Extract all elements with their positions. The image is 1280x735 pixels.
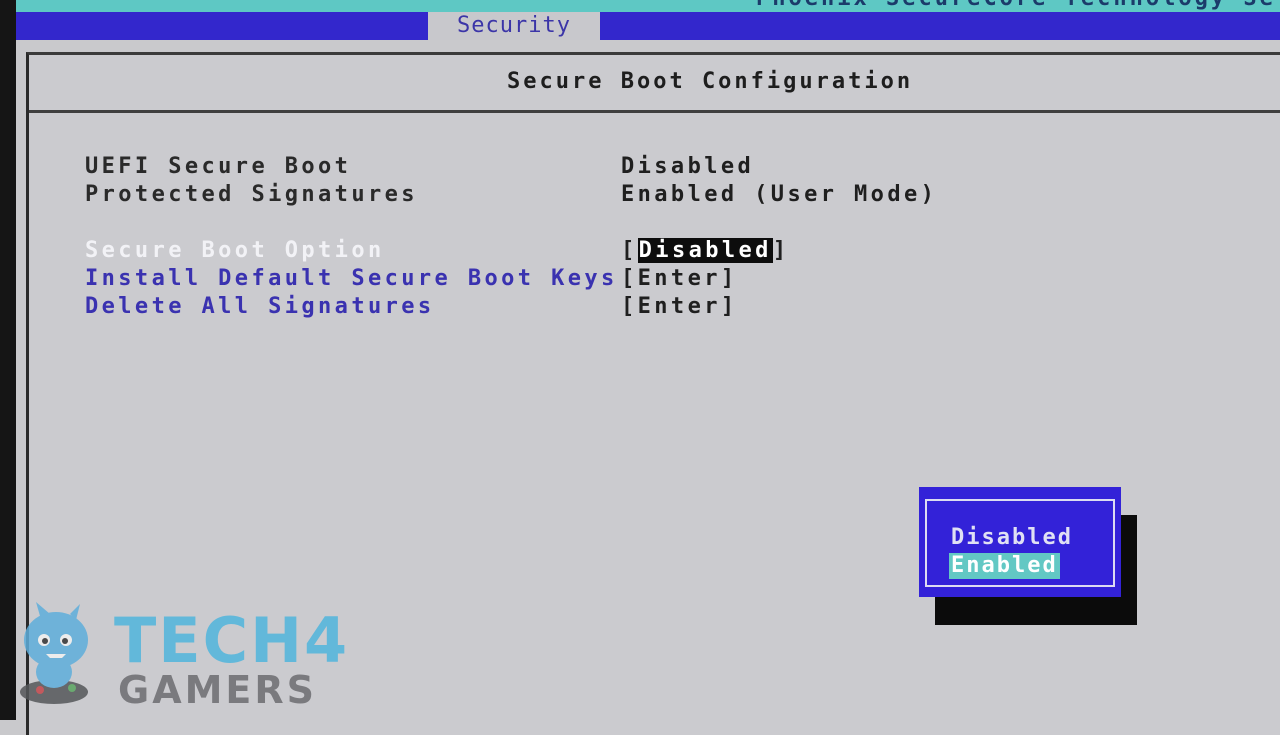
enter-button[interactable]: [Enter]: [621, 266, 738, 291]
tab-security[interactable]: Security: [428, 12, 600, 40]
option-label: Delete All Signatures: [85, 294, 435, 319]
watermark-text-gamers: GAMERS: [118, 668, 318, 712]
info-value: Enabled (User Mode): [621, 182, 938, 207]
info-row-protected-signatures: Protected Signatures Enabled (User Mode): [85, 182, 934, 207]
title-bar: Phoenix SecureCore Technology Setup: [16, 0, 1280, 12]
page-title: Secure Boot Configuration: [507, 69, 914, 94]
option-value-secure-boot[interactable]: [Disabled]: [621, 238, 789, 263]
selected-value: Disabled: [637, 238, 773, 263]
option-install-default-keys[interactable]: Install Default Secure Boot Keys [Enter]: [85, 266, 734, 291]
watermark-text-tech: TECH4: [114, 604, 350, 677]
bracket-close: ]: [772, 238, 790, 263]
bracket-open: [: [621, 238, 638, 263]
option-secure-boot-option[interactable]: Secure Boot Option [Disabled]: [85, 238, 786, 263]
option-label: Secure Boot Option: [85, 238, 385, 263]
option-label: Install Default Secure Boot Keys: [85, 266, 618, 291]
app-title: Phoenix SecureCore Technology Setup: [756, 0, 1280, 11]
enter-button[interactable]: [Enter]: [621, 294, 738, 319]
info-label: Protected Signatures: [85, 182, 418, 207]
popup-frame: Disabled Enabled: [925, 499, 1115, 587]
watermark-logo: TECH4 GAMERS: [10, 600, 350, 715]
info-value: Disabled: [621, 154, 755, 179]
menu-bar: Security: [16, 12, 1280, 40]
popup-option-enabled[interactable]: Enabled: [949, 553, 1060, 579]
popup-option-disabled[interactable]: Disabled: [949, 525, 1075, 551]
option-popup: Disabled Enabled: [919, 487, 1121, 597]
info-label: UEFI Secure Boot: [85, 154, 352, 179]
info-row-uefi-secure-boot: UEFI Secure Boot Disabled: [85, 154, 751, 179]
mascot-icon: [20, 602, 88, 704]
option-delete-all-signatures[interactable]: Delete All Signatures [Enter]: [85, 294, 734, 319]
panel-header: Secure Boot Configuration: [29, 55, 1280, 113]
